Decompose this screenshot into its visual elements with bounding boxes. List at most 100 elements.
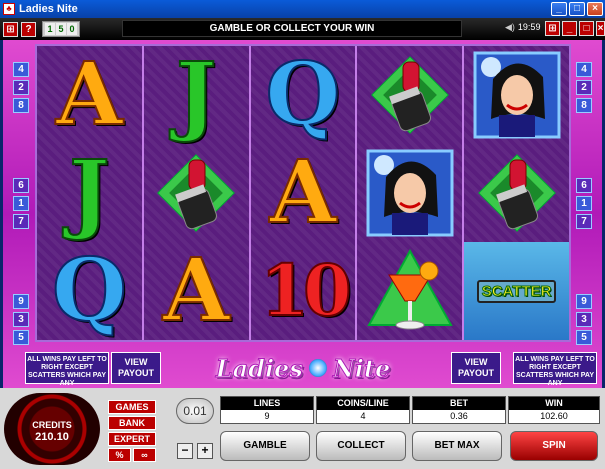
payline-marker[interactable]: 2 — [576, 80, 592, 95]
coin-value-chip[interactable]: 0.01 — [176, 398, 214, 424]
reel-cell: SCATTER — [464, 242, 569, 340]
lipstick-symbol-icon — [370, 56, 449, 134]
bet-max-button[interactable]: BET MAX — [412, 431, 502, 461]
payline-marker[interactable]: 7 — [576, 214, 592, 229]
reel-cell: A — [144, 242, 249, 340]
card-symbol-a: A — [162, 240, 231, 341]
clock-time: 19:59 — [517, 22, 541, 32]
lines-value: 9 — [221, 410, 313, 423]
app-icon: ♣ — [3, 3, 15, 15]
control-console: CREDITS 210.10 GAMES BANK EXPERT % ∞ 0.0… — [0, 388, 605, 469]
toolbar-close-button[interactable]: × — [596, 21, 605, 36]
bet-value: 0.36 — [413, 410, 505, 423]
payline-marker[interactable]: 1 — [576, 196, 592, 211]
payline-marker[interactable]: 3 — [13, 312, 29, 327]
payline-marker[interactable]: 2 — [13, 80, 29, 95]
payline-marker[interactable]: 9 — [576, 294, 592, 309]
lady-symbol-icon — [473, 51, 561, 139]
speaker-icon: ◀) — [505, 22, 515, 32]
lady-symbol-icon — [366, 149, 454, 237]
toolbar-group-item[interactable]: 0 — [67, 23, 77, 35]
menu-button[interactable]: ⊞ — [3, 21, 18, 37]
reel-column: SCATTER — [464, 46, 569, 340]
autoplay-button[interactable]: ∞ — [133, 448, 156, 462]
card-symbol-q: Q — [265, 44, 342, 145]
close-button[interactable]: × — [587, 2, 603, 16]
reels: A J Q J A Q A 10 SCATTER — [35, 44, 571, 342]
coins-per-line-label: COINS/LINE — [317, 397, 409, 410]
spin-button[interactable]: SPIN — [510, 431, 598, 461]
toolbar-group-item[interactable]: 5 — [56, 23, 66, 35]
help-button[interactable]: ? — [21, 21, 36, 37]
payline-marker[interactable]: 5 — [13, 330, 29, 345]
reel-cell — [464, 144, 569, 242]
payline-marker[interactable]: 7 — [13, 214, 29, 229]
credits-value: 210.10 — [35, 431, 69, 443]
lipstick-symbol-icon — [477, 154, 556, 232]
payline-marker[interactable]: 4 — [13, 62, 29, 77]
toolbar-maximize-button[interactable]: □ — [579, 21, 594, 36]
lipstick-symbol-icon — [157, 154, 236, 232]
reel-cell: 10 — [251, 242, 356, 340]
card-symbol-a: A — [55, 44, 124, 145]
payline-marker[interactable]: 9 — [13, 294, 29, 309]
win-label: WIN — [509, 397, 599, 410]
payline-marker[interactable]: 5 — [576, 330, 592, 345]
reel-cell: J — [144, 46, 249, 144]
win-value: 102.60 — [509, 410, 599, 423]
percent-button[interactable]: % — [108, 448, 131, 462]
lines-label: LINES — [221, 397, 313, 410]
card-symbol-q: Q — [51, 240, 128, 341]
window-title: Ladies Nite — [19, 3, 78, 15]
disco-ball-icon — [308, 359, 327, 377]
payline-marker[interactable]: 6 — [576, 178, 592, 193]
reel-cell: A — [251, 144, 356, 242]
card-symbol-a: A — [269, 142, 338, 243]
card-symbol-10: 10 — [259, 249, 352, 332]
reel-cell — [464, 46, 569, 144]
coins-per-line-display: COINS/LINE 4 — [316, 396, 410, 424]
coin-decrease-button[interactable]: − — [177, 443, 193, 459]
paylines-right: 4 2 8 6 1 7 9 3 5 — [576, 62, 592, 345]
payline-marker[interactable]: 4 — [576, 62, 592, 77]
game-area: 4 2 8 6 1 7 9 3 5 4 2 8 6 1 7 9 3 5 AJQJ… — [3, 40, 602, 388]
cocktail-symbol-icon — [367, 248, 453, 330]
toolbar-menu-button[interactable]: ⊞ — [545, 21, 560, 36]
game-window: ♣ Ladies Nite _ □ × ⊞ ? 1 5 0 GAMBLE OR … — [0, 0, 605, 469]
payline-marker[interactable]: 3 — [576, 312, 592, 327]
credits-label: CREDITS — [32, 420, 72, 430]
toolbar-group-item[interactable]: 1 — [45, 23, 55, 35]
reel-cell — [357, 242, 462, 340]
payline-marker[interactable]: 1 — [13, 196, 29, 211]
maximize-button[interactable]: □ — [569, 2, 585, 16]
gamble-button[interactable]: GAMBLE — [220, 431, 310, 461]
rules-info-left: ALL WINS PAY LEFT TO RIGHT EXCEPT SCATTE… — [25, 352, 109, 387]
payline-marker[interactable]: 8 — [13, 98, 29, 113]
credits-dial: CREDITS 210.10 — [4, 393, 100, 465]
coin-increase-button[interactable]: + — [197, 443, 213, 459]
reel-cell — [357, 144, 462, 242]
reel-column: JA — [143, 46, 251, 340]
payline-marker[interactable]: 6 — [13, 178, 29, 193]
bank-button[interactable]: BANK — [108, 416, 156, 430]
reel-cell: J — [37, 144, 142, 242]
win-display: WIN 102.60 — [508, 396, 600, 424]
paylines-left: 4 2 8 6 1 7 9 3 5 — [13, 62, 29, 345]
toolbar-group[interactable]: 1 5 0 — [42, 21, 80, 37]
games-button[interactable]: GAMES — [108, 400, 156, 414]
payline-marker[interactable]: 8 — [576, 98, 592, 113]
view-payout-left-button[interactable]: VIEW PAYOUT — [111, 352, 161, 384]
logo-word-left: Ladies — [215, 353, 303, 383]
minimize-button[interactable]: _ — [551, 2, 567, 16]
reel-column: AJQ — [37, 46, 144, 340]
view-payout-right-button[interactable]: VIEW PAYOUT — [451, 352, 501, 384]
expert-button[interactable]: EXPERT — [108, 432, 156, 446]
toolbar-minimize-button[interactable]: _ — [562, 21, 577, 36]
collect-button[interactable]: COLLECT — [316, 431, 406, 461]
reel-cell: Q — [37, 242, 142, 340]
clock: ◀) 19:59 — [505, 22, 540, 33]
coins-per-line-value: 4 — [317, 410, 409, 423]
card-symbol-j: J — [175, 44, 218, 145]
scatter-symbol: SCATTER — [476, 279, 557, 303]
reel-column: Q A 10 — [250, 44, 358, 340]
